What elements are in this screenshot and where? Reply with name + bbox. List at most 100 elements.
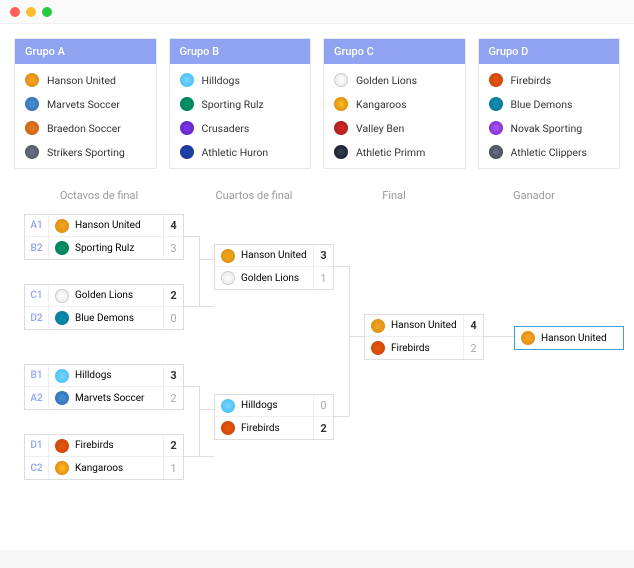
connector-line	[199, 409, 200, 456]
team-badge-icon	[55, 439, 69, 453]
titlebar	[0, 0, 634, 24]
match-team: Golden Lions	[49, 289, 163, 303]
match[interactable]: D1Firebirds2C2Kangaroos1	[24, 434, 184, 480]
team-badge-icon	[489, 73, 503, 87]
team-badge-icon	[25, 73, 39, 87]
match[interactable]: Hanson United4Firebirds2	[364, 314, 484, 360]
team-badge-icon	[221, 399, 235, 413]
match-team: Hilldogs	[215, 399, 313, 413]
groups-container: Grupo AHanson UnitedMarvets SoccerBraedo…	[14, 38, 620, 169]
seed-label: A2	[25, 387, 49, 409]
team-badge-icon	[521, 331, 535, 345]
group: Grupo CGolden LionsKangaroosValley BenAt…	[323, 38, 466, 169]
minimize-icon[interactable]	[26, 7, 36, 17]
score: 1	[313, 267, 333, 289]
team-name: Golden Lions	[356, 74, 417, 87]
score: 2	[163, 435, 183, 456]
team-badge-icon	[55, 461, 69, 475]
score: 4	[163, 215, 183, 236]
app-window: Grupo AHanson UnitedMarvets SoccerBraedo…	[0, 0, 634, 550]
team-row[interactable]: Marvets Soccer	[15, 92, 156, 116]
connector-line	[184, 306, 199, 307]
team-row[interactable]: Hilldogs	[170, 68, 311, 92]
maximize-icon[interactable]	[42, 7, 52, 17]
team-list: Golden Lions Kangaroos Valley BenAthletic …	[324, 64, 465, 168]
match-team: Hanson United	[515, 331, 623, 345]
team-row[interactable]: Firebirds	[479, 68, 620, 92]
team-badge-icon	[221, 421, 235, 435]
seed-label: C2	[25, 457, 49, 479]
match-team: Golden Lions	[215, 271, 313, 285]
team-row[interactable]: Golden Lions	[324, 68, 465, 92]
team-badge-icon	[371, 341, 385, 355]
match-row: B1Hilldogs3	[25, 365, 183, 387]
team-name: Firebirds	[75, 440, 114, 451]
group-header: Grupo B	[170, 39, 311, 64]
team-row[interactable]: Kangaroos	[324, 92, 465, 116]
match-team: Hilldogs	[49, 369, 163, 383]
team-badge-icon	[180, 73, 194, 87]
score: 0	[313, 395, 333, 416]
connector-line	[199, 259, 200, 306]
match-row: D2Blue Demons0	[25, 307, 183, 329]
round-label-octavos: Octavos de final	[14, 189, 184, 202]
connector-line	[184, 456, 199, 457]
match[interactable]: A1Hanson United4B2Sporting Rulz3	[24, 214, 184, 260]
team-name: Marvets Soccer	[47, 98, 120, 111]
team-row[interactable]: Strikers Sporting	[15, 140, 156, 164]
team-badge-icon	[55, 241, 69, 255]
match[interactable]: Hilldogs0Firebirds2	[214, 394, 334, 440]
score: 3	[163, 365, 183, 386]
team-list: Firebirds Blue DemonsNovak Sporting Athlet…	[479, 64, 620, 168]
connector-line	[484, 336, 514, 337]
team-badge-icon	[489, 145, 503, 159]
team-row[interactable]: Valley Ben	[324, 116, 465, 140]
close-icon[interactable]	[10, 7, 20, 17]
match-team: Hanson United	[365, 319, 463, 333]
match[interactable]: B1Hilldogs3A2Marvets Soccer2	[24, 364, 184, 410]
content: Grupo AHanson UnitedMarvets SoccerBraedo…	[0, 24, 634, 568]
team-badge-icon	[55, 289, 69, 303]
score: 3	[163, 237, 183, 259]
team-name: Hanson United	[47, 74, 116, 87]
team-badge-icon	[25, 121, 39, 135]
team-name: Athletic Huron	[202, 146, 269, 159]
match-team: Firebirds	[49, 439, 163, 453]
match-row: D1Firebirds2	[25, 435, 183, 457]
team-row[interactable]: Sporting Rulz	[170, 92, 311, 116]
team-badge-icon	[55, 219, 69, 233]
team-row[interactable]: Blue Demons	[479, 92, 620, 116]
team-name: Athletic Clippers	[511, 146, 587, 159]
team-row[interactable]: Novak Sporting	[479, 116, 620, 140]
team-row[interactable]: Athletic Primm	[324, 140, 465, 164]
team-name: Kangaroos	[356, 98, 407, 111]
team-badge-icon	[489, 97, 503, 111]
team-row[interactable]: Braedon Soccer	[15, 116, 156, 140]
team-name: Firebirds	[511, 74, 552, 87]
seed-label: B1	[25, 365, 49, 386]
team-row[interactable]: Athletic Huron	[170, 140, 311, 164]
team-row[interactable]: Hanson United	[15, 68, 156, 92]
match[interactable]: C1Golden Lions2D2Blue Demons0	[24, 284, 184, 330]
team-badge-icon	[55, 311, 69, 325]
team-row[interactable]: Athletic Clippers	[479, 140, 620, 164]
team-badge-icon	[371, 319, 385, 333]
winner-box[interactable]: Hanson United	[514, 326, 624, 350]
team-name: Firebirds	[241, 423, 280, 434]
connector-line	[334, 266, 349, 267]
round-label-ganador: Ganador	[464, 189, 604, 202]
match[interactable]: Hanson United3Golden Lions1	[214, 244, 334, 290]
group-header: Grupo D	[479, 39, 620, 64]
connector-line	[199, 259, 214, 260]
team-name: Golden Lions	[75, 290, 133, 301]
team-name: Hilldogs	[202, 74, 240, 87]
connector-line	[334, 416, 349, 417]
team-row[interactable]: Crusaders	[170, 116, 311, 140]
match-row: Hanson United	[515, 327, 623, 349]
connector-line	[199, 306, 214, 307]
team-name: Hanson United	[241, 250, 307, 261]
team-badge-icon	[334, 97, 348, 111]
team-list: Hanson United Marvets Soccer Braedon Socce…	[15, 64, 156, 168]
connector-line	[199, 255, 200, 256]
team-name: Sporting Rulz	[75, 243, 134, 254]
